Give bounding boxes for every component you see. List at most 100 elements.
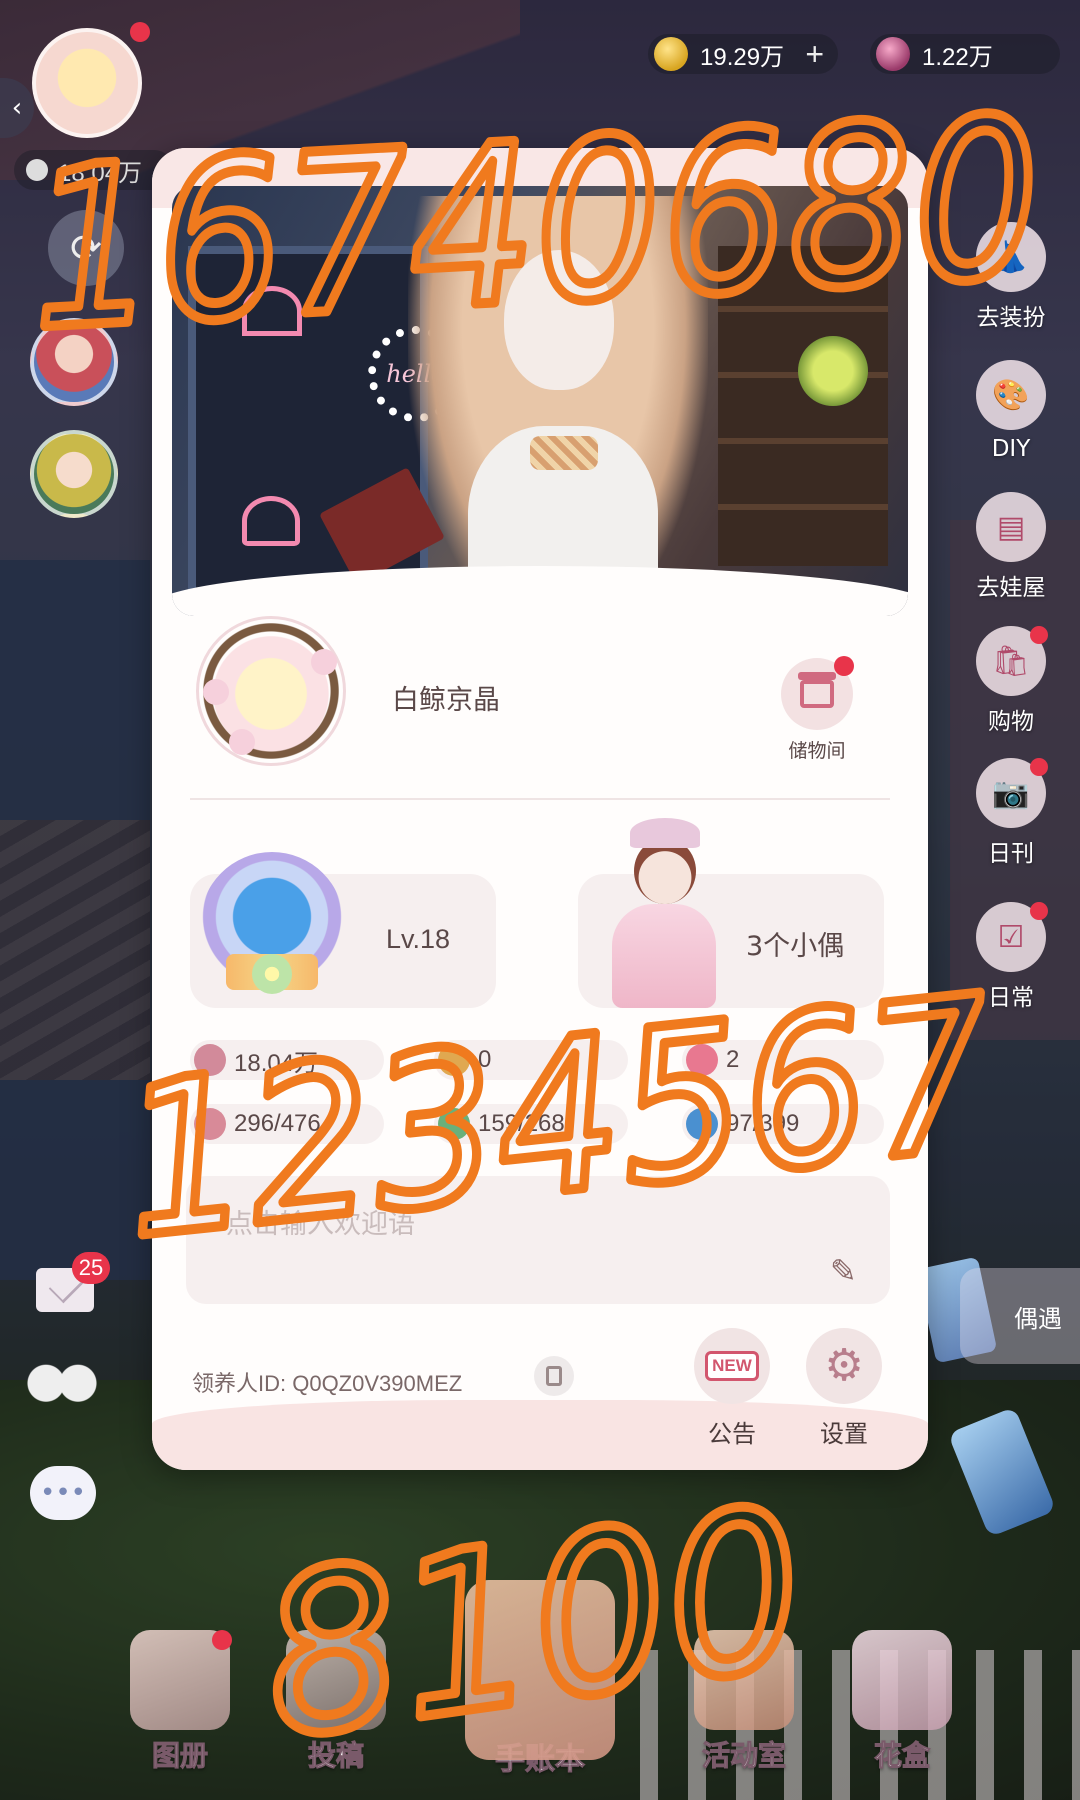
stat-likes: 2: [682, 1040, 884, 1080]
footprint-icon: [438, 1044, 470, 1076]
stat-accessories: 97/399: [682, 1104, 884, 1144]
dock-label: 投稿: [307, 1739, 364, 1773]
stat-value: 159/268: [478, 1110, 565, 1137]
refresh-icon[interactable]: ⟳: [48, 210, 124, 286]
notification-dot: [212, 1630, 232, 1650]
side-button-label: 去娃屋: [976, 575, 1046, 601]
neon-heart-icon: [242, 286, 302, 336]
dock-journal[interactable]: 手账本: [440, 1580, 640, 1778]
mail-badge: 25: [72, 1252, 110, 1284]
visitor-count: 18.04万: [14, 150, 174, 190]
copy-icon[interactable]: [534, 1356, 574, 1396]
profile-avatar[interactable]: [196, 616, 346, 766]
journal-icon: [465, 1580, 615, 1760]
profile-name: 白鲸京晶: [392, 685, 500, 716]
gold-coin-icon: [654, 37, 688, 71]
divider: [190, 798, 890, 800]
visitor-count-value: 18.04万: [58, 159, 143, 187]
dock-label: 活动室: [701, 1739, 786, 1773]
banner-doll-face: [504, 250, 614, 390]
greeting-input[interactable]: 点击输入欢迎语 ✎: [186, 1176, 890, 1304]
stat-outfits: 296/476: [190, 1104, 384, 1144]
adopter-id: 领养人ID: Q0QZ0V390MEZ: [192, 1371, 463, 1396]
stat-collection: 159/268: [434, 1104, 628, 1144]
person-icon: [26, 159, 48, 181]
side-button-label: 日刊: [988, 841, 1034, 867]
notice-button[interactable]: NEW 公告: [682, 1328, 782, 1449]
gold-currency[interactable]: 19.29万 +: [648, 34, 838, 74]
dress-icon: [194, 1108, 226, 1140]
side-button-daily[interactable]: ☑ 日常: [956, 902, 1066, 1012]
gem-icon: [876, 37, 910, 71]
snowman-decoration: [22, 1360, 102, 1418]
dock-submit[interactable]: 投稿: [276, 1630, 396, 1774]
hat-icon: [686, 1108, 718, 1140]
player-avatar[interactable]: [32, 28, 142, 138]
stat-value: 18.04万: [234, 1049, 319, 1077]
encounter-button[interactable]: 偶遇: [960, 1268, 1080, 1364]
dressup-icon: 👗: [976, 222, 1046, 292]
film-icon: [286, 1630, 386, 1730]
frame-flower-icon: [311, 649, 337, 675]
banner-shelf: [718, 246, 888, 566]
stat-value: 2: [726, 1046, 740, 1073]
storage-room-label: 储物间: [788, 740, 846, 762]
level-card[interactable]: Lv.18: [190, 852, 496, 1008]
gear-icon: ⚙: [806, 1328, 882, 1404]
storage-room-button[interactable]: 储物间: [762, 656, 872, 763]
doll-avatar-2[interactable]: [30, 430, 118, 518]
dock-label: 花盒: [873, 1739, 930, 1773]
person-icon: [194, 1044, 226, 1076]
gem-currency[interactable]: 1.22万: [870, 34, 1060, 74]
doll-count: 3个小偶: [746, 931, 845, 962]
add-gold-button[interactable]: +: [805, 38, 824, 70]
notice-label: 公告: [708, 1420, 756, 1448]
dock-label: 图册: [151, 1739, 208, 1773]
frame-flower-icon: [229, 729, 255, 755]
teddy-bear-icon: [694, 1630, 794, 1730]
neon-heart-icon: [242, 496, 300, 546]
dock-flower-box[interactable]: 花盒: [842, 1630, 962, 1774]
new-tag-icon: NEW: [694, 1328, 770, 1404]
profile-banner-image: hello: [172, 186, 908, 616]
dock-album[interactable]: 图册: [120, 1630, 240, 1774]
heart-icon: [686, 1044, 718, 1076]
chat-bubble-icon[interactable]: •••: [30, 1466, 96, 1520]
new-tag: NEW: [705, 1351, 759, 1381]
dolls-card[interactable]: 3个小偶: [578, 818, 884, 1008]
side-button-label: 购物: [988, 709, 1034, 735]
profile-card: hello 白鲸京晶 储物间 Lv.18 3个小偶 18.04万: [152, 148, 928, 1470]
brush-icon[interactable]: ✎: [830, 1252, 870, 1292]
frame-flower-icon: [203, 679, 229, 705]
doll-avatar-1[interactable]: [30, 318, 118, 406]
banner-plant: [798, 336, 868, 406]
stat-value: 296/476: [234, 1110, 321, 1137]
settings-button[interactable]: ⚙ 设置: [794, 1328, 894, 1449]
palette-icon: 🎨: [976, 360, 1046, 430]
stat-value: 0: [478, 1046, 492, 1073]
stat-value: 97/399: [726, 1110, 800, 1137]
settings-label: 设置: [820, 1420, 868, 1448]
notification-dot: [1030, 758, 1048, 776]
side-button-daily-journal[interactable]: 📷 日刊: [956, 758, 1066, 868]
side-button-diy[interactable]: 🎨 DIY: [956, 360, 1066, 462]
side-button-label: 日常: [988, 985, 1034, 1011]
gold-amount: 19.29万: [700, 43, 785, 71]
dock-activity-room[interactable]: 活动室: [684, 1630, 804, 1774]
gem-amount: 1.22万: [922, 43, 993, 71]
encounter-label: 偶遇: [1014, 1304, 1062, 1333]
notification-dot: [1030, 626, 1048, 644]
side-button-dressup[interactable]: 👗 去装扮: [956, 222, 1066, 332]
side-button-dollhouse[interactable]: ▤ 去娃屋: [956, 492, 1066, 602]
side-button-shopping[interactable]: 🛍 购物: [956, 626, 1066, 736]
notification-dot: [130, 22, 150, 42]
notification-dot: [1030, 902, 1048, 920]
notification-dot: [834, 656, 854, 676]
banner-doll-bow: [530, 436, 598, 470]
side-button-label: 去装扮: [976, 305, 1046, 331]
cabinet-icon: ▤: [976, 492, 1046, 562]
flower-icon: [852, 1630, 952, 1730]
book-icon: [438, 1108, 470, 1140]
stat-popularity: 18.04万: [190, 1040, 384, 1080]
side-button-label: DIY: [991, 436, 1031, 462]
